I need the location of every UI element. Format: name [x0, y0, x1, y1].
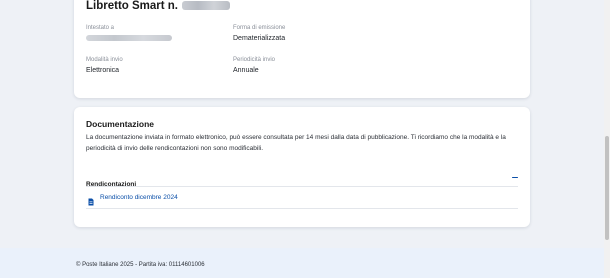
- minus-icon[interactable]: [512, 174, 518, 180]
- field-value: Dematerializzata: [233, 35, 286, 42]
- field-label: Intestato a: [86, 25, 115, 31]
- documentazione-card: Documentazione La documentazione inviata…: [74, 107, 530, 227]
- libretto-info-card: Libretto Smart n. Intestato a Forma di e…: [74, 0, 530, 98]
- field-value: Annuale: [233, 67, 259, 74]
- libretto-title: Libretto Smart n.: [86, 0, 231, 12]
- divider: [86, 208, 518, 209]
- footer: © Poste Italiane 2025 - Partita iva: 011…: [0, 248, 604, 278]
- footer-copyright: © Poste Italiane 2025 - Partita iva: 011…: [76, 262, 205, 268]
- page: Libretto Smart n. Intestato a Forma di e…: [0, 0, 604, 278]
- field-label: Forma di emissione: [233, 25, 286, 31]
- scrollbar[interactable]: [604, 0, 610, 278]
- divider: [86, 186, 518, 187]
- field-forma-emissione: Forma di emissione Dematerializzata: [233, 25, 285, 42]
- masked-libretto-number: [182, 1, 231, 10]
- field-value: [86, 35, 172, 41]
- field-intestato: Intestato a: [86, 25, 172, 41]
- field-periodicita-invio: Periodicità invio Annuale: [233, 57, 275, 74]
- libretto-title-label: Libretto Smart n.: [86, 0, 179, 12]
- documentazione-title: Documentazione: [86, 119, 155, 129]
- document-icon: [88, 193, 94, 206]
- masked-holder-name: [86, 35, 172, 41]
- field-label: Periodicità invio: [233, 57, 276, 63]
- rendicontazioni-accordion-header[interactable]: Rendicontazioni: [86, 173, 518, 188]
- documentazione-description: La documentazione inviata in formato ele…: [86, 134, 506, 152]
- rendiconto-dicembre-2024-link[interactable]: Rendiconto dicembre 2024: [88, 192, 178, 206]
- field-value: Elettronica: [86, 67, 120, 74]
- field-label: Modalità invio: [86, 57, 123, 63]
- field-modalita-invio: Modalità invio Elettronica: [86, 57, 123, 74]
- scrollbar-thumb[interactable]: [605, 136, 609, 240]
- rendiconto-link-label: Rendiconto dicembre 2024: [100, 193, 178, 201]
